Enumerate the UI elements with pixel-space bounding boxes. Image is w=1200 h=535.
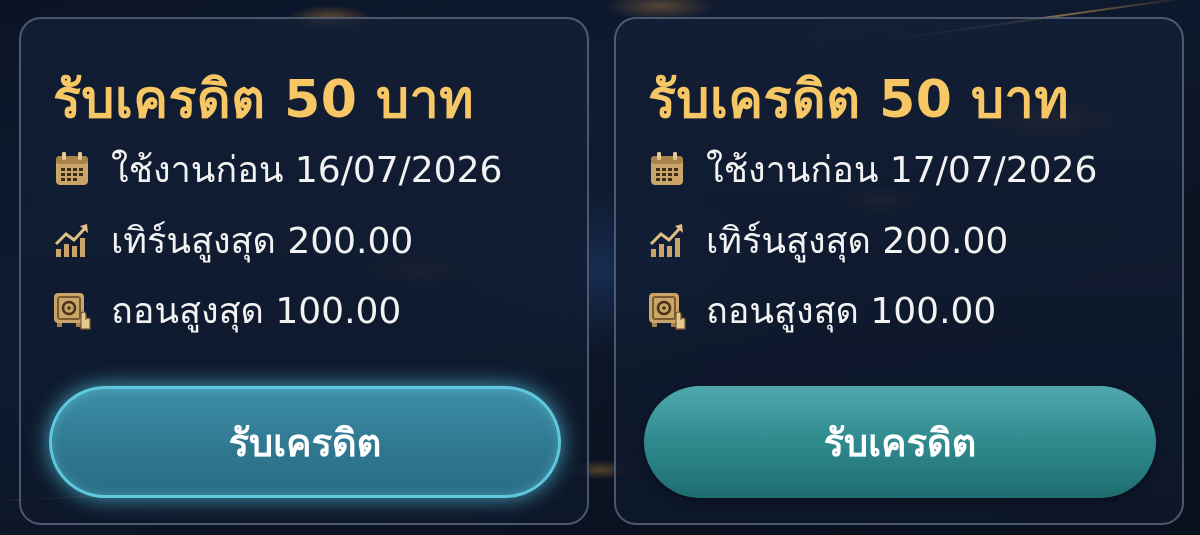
max-withdraw-text: ถอนสูงสุด 100.00	[706, 290, 997, 332]
max-turnover-text: เทิร์นสูงสุด 200.00	[111, 220, 414, 262]
use-before-text: ใช้งานก่อน 17/07/2026	[706, 149, 1098, 191]
offer-title: รับเครดิต 50 บาท	[648, 70, 1070, 130]
credit-offer-card: รับเครดิต 50 บาท ใช้งานก่อน 16/07/2026 เ…	[19, 17, 589, 525]
calendar-icon	[51, 148, 93, 190]
max-turnover-text: เทิร์นสูงสุด 200.00	[706, 220, 1009, 262]
use-before-row: ใช้งานก่อน 16/07/2026	[51, 144, 502, 194]
growth-chart-icon	[646, 219, 688, 261]
offer-title: รับเครดิต 50 บาท	[53, 70, 475, 130]
calendar-icon	[646, 148, 688, 190]
max-withdraw-text: ถอนสูงสุด 100.00	[111, 290, 402, 332]
max-turnover-row: เทิร์นสูงสุด 200.00	[51, 215, 413, 265]
use-before-row: ใช้งานก่อน 17/07/2026	[646, 144, 1097, 194]
safe-icon	[51, 289, 93, 331]
growth-chart-icon	[51, 219, 93, 261]
max-withdraw-row: ถอนสูงสุด 100.00	[646, 285, 996, 335]
claim-credit-button[interactable]: รับเครดิต	[49, 386, 561, 498]
safe-icon	[646, 289, 688, 331]
credit-offer-card: รับเครดิต 50 บาท ใช้งานก่อน 17/07/2026 เ…	[614, 17, 1184, 525]
use-before-text: ใช้งานก่อน 16/07/2026	[111, 149, 503, 191]
max-turnover-row: เทิร์นสูงสุด 200.00	[646, 215, 1008, 265]
claim-credit-button[interactable]: รับเครดิต	[644, 386, 1156, 498]
max-withdraw-row: ถอนสูงสุด 100.00	[51, 285, 401, 335]
